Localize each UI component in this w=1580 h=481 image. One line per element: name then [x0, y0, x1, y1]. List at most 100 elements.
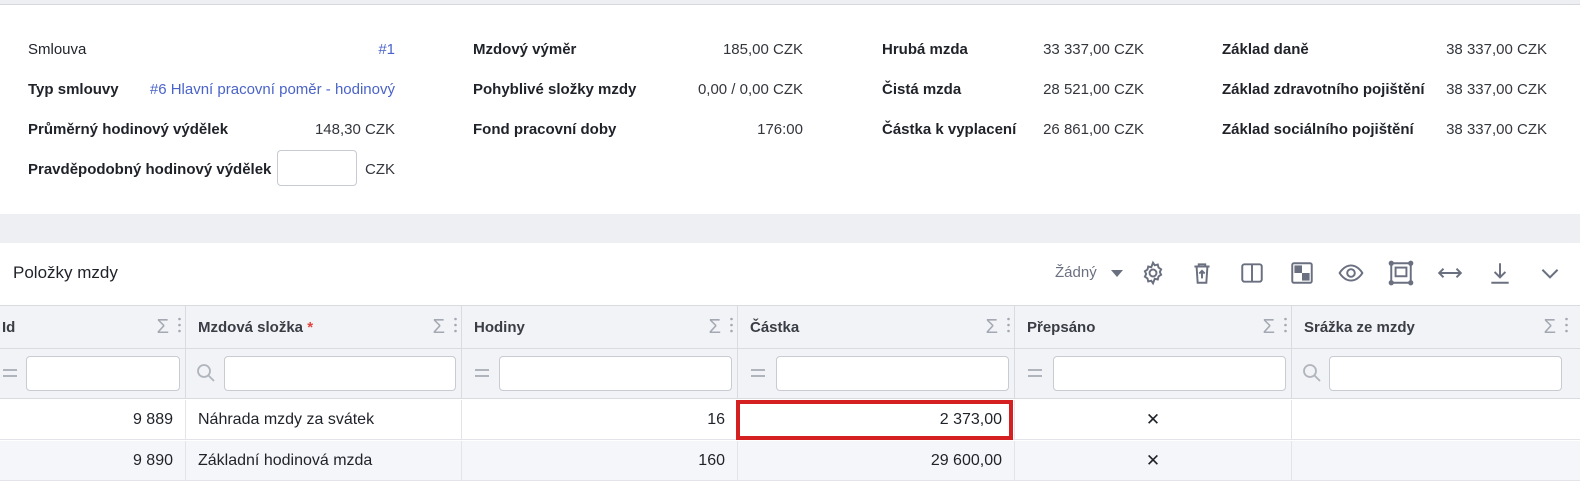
table-header: Id Σ Mzdová složka * Σ Hodiny Σ Částka Σ… — [0, 305, 1580, 350]
cell-deduction[interactable] — [1292, 441, 1580, 481]
delete-icon[interactable] — [1187, 258, 1217, 288]
cell-id[interactable]: 9 890 — [0, 441, 186, 481]
wage-assessment-label: Mzdový výměr — [473, 40, 577, 58]
wage-assessment-value: 185,00 CZK — [722, 40, 803, 58]
table-row[interactable]: 9 889 Náhrada mzdy za svátek 16 2 373,00… — [0, 400, 1580, 440]
sum-icon[interactable]: Σ — [709, 316, 721, 339]
expand-horizontal-icon[interactable] — [1435, 258, 1465, 288]
equals-filter-icon[interactable] — [1025, 363, 1045, 383]
work-fund-label: Fond pracovní doby — [473, 120, 617, 138]
columns-icon[interactable] — [1237, 258, 1267, 288]
cell-deduction[interactable] — [1292, 400, 1580, 440]
filter-cell-component — [186, 349, 462, 399]
filter-cell-id — [0, 349, 186, 399]
gear-icon[interactable] — [1138, 258, 1168, 288]
panel-title: Položky mzdy — [13, 263, 118, 282]
health-base-value: 38 337,00 CZK — [1446, 80, 1547, 98]
gross-label: Hrubá mzda — [882, 40, 968, 58]
cell-component[interactable]: Náhrada mzdy za svátek — [186, 400, 462, 440]
column-menu-icon[interactable] — [1284, 317, 1287, 333]
view-select-caret-icon[interactable] — [1111, 270, 1123, 277]
column-header-deduction[interactable]: Srážka ze mzdy Σ — [1292, 306, 1580, 350]
avg-hourly-label: Průměrný hodinový výdělek — [28, 120, 229, 138]
column-header-component[interactable]: Mzdová složka * Σ — [186, 306, 462, 350]
variable-components-value: 0,00 / 0,00 CZK — [697, 80, 803, 98]
filter-cell-overridden — [1015, 349, 1292, 399]
tax-base-label: Základ daně — [1222, 40, 1309, 58]
cell-overridden[interactable]: ✕ — [1015, 441, 1292, 481]
net-label: Čistá mzda — [882, 80, 962, 98]
probable-hourly-input[interactable] — [277, 150, 357, 186]
health-base-label: Základ zdravotního pojištění — [1222, 80, 1425, 98]
search-icon[interactable] — [196, 363, 216, 383]
cell-amount[interactable]: 29 600,00 — [738, 441, 1015, 481]
sum-icon[interactable]: Σ — [433, 316, 445, 339]
column-header-label: Id — [2, 319, 16, 336]
equals-filter-icon[interactable] — [472, 363, 492, 383]
contract-type-label: Typ smlouvy — [28, 80, 119, 98]
highlight-box — [736, 400, 1013, 440]
column-menu-icon[interactable] — [178, 317, 181, 333]
sum-icon[interactable]: Σ — [1544, 316, 1556, 339]
payout-value: 26 861,00 CZK — [1043, 120, 1144, 138]
cell-hours[interactable]: 16 — [462, 400, 738, 440]
required-mark: * — [307, 319, 314, 336]
column-menu-icon[interactable] — [1007, 317, 1010, 333]
cell-overridden[interactable]: ✕ — [1015, 400, 1292, 440]
filter-cell-hours — [462, 349, 738, 399]
filter-input-component[interactable] — [224, 356, 456, 391]
table-row[interactable]: 9 890 Základní hodinová mzda 160 29 600,… — [0, 441, 1580, 481]
contract-type-link[interactable]: #6 Hlavní pracovní poměr - hodinový — [150, 81, 395, 98]
variable-components-label: Pohyblivé složky mzdy — [473, 80, 637, 98]
sum-icon[interactable]: Σ — [1263, 316, 1275, 339]
net-value: 28 521,00 CZK — [1043, 80, 1144, 98]
avg-hourly-value: 148,30 CZK — [314, 120, 395, 138]
work-fund-value: 176:00 — [757, 120, 803, 138]
equals-filter-icon[interactable] — [0, 363, 20, 383]
column-header-hours[interactable]: Hodiny Σ — [462, 306, 738, 350]
social-base-label: Základ sociálního pojištění — [1222, 120, 1414, 138]
filter-cell-deduction — [1292, 349, 1580, 399]
filter-row — [0, 349, 1580, 399]
contract-link[interactable]: #1 — [378, 41, 395, 58]
column-header-label: Částka — [750, 319, 800, 336]
sum-icon[interactable]: Σ — [986, 316, 998, 339]
cell-component[interactable]: Základní hodinová mzda — [186, 441, 462, 481]
payout-label: Částka k vyplacení — [882, 120, 1017, 138]
column-header-label: Přepsáno — [1027, 319, 1096, 336]
filter-input-id[interactable] — [26, 356, 180, 391]
column-menu-icon[interactable] — [454, 317, 457, 333]
contract-label: Smlouva — [28, 40, 87, 58]
column-menu-icon[interactable] — [1565, 317, 1568, 333]
column-menu-icon[interactable] — [730, 317, 733, 333]
filter-input-hours[interactable] — [499, 356, 732, 391]
probable-hourly-unit: CZK — [365, 160, 395, 178]
download-icon[interactable] — [1485, 258, 1515, 288]
column-header-amount[interactable]: Částka Σ — [738, 306, 1015, 350]
column-header-label: Hodiny — [474, 319, 525, 336]
tax-base-value: 38 337,00 CZK — [1446, 40, 1547, 58]
column-header-id[interactable]: Id Σ — [0, 306, 186, 350]
column-header-overridden[interactable]: Přepsáno Σ — [1015, 306, 1292, 350]
payroll-items-panel: Položky mzdy Žádný Id Σ Mzdová složka * … — [0, 243, 1580, 481]
chevron-down-icon[interactable] — [1535, 258, 1565, 288]
filter-input-overridden[interactable] — [1053, 356, 1286, 391]
search-icon[interactable] — [1302, 363, 1322, 383]
column-header-label: Srážka ze mzdy — [1304, 319, 1415, 336]
column-header-label: Mzdová složka — [198, 319, 304, 336]
cell-hours[interactable]: 160 — [462, 441, 738, 481]
frame-icon[interactable] — [1386, 258, 1416, 288]
social-base-value: 38 337,00 CZK — [1446, 120, 1547, 138]
sum-icon[interactable]: Σ — [157, 316, 169, 339]
filter-input-amount[interactable] — [776, 356, 1009, 391]
layout-icon[interactable] — [1287, 258, 1317, 288]
probable-hourly-label: Pravděpodobný hodinový výdělek — [28, 160, 272, 178]
filter-cell-amount — [738, 349, 1015, 399]
cell-id[interactable]: 9 889 — [0, 400, 186, 440]
payroll-summary: Smlouva #1 Typ smlouvy #6 Hlavní pracovn… — [0, 5, 1580, 214]
eye-icon[interactable] — [1336, 258, 1366, 288]
view-select[interactable]: Žádný — [1055, 264, 1097, 281]
filter-input-deduction[interactable] — [1329, 356, 1562, 391]
equals-filter-icon[interactable] — [748, 363, 768, 383]
gross-value: 33 337,00 CZK — [1043, 40, 1144, 58]
